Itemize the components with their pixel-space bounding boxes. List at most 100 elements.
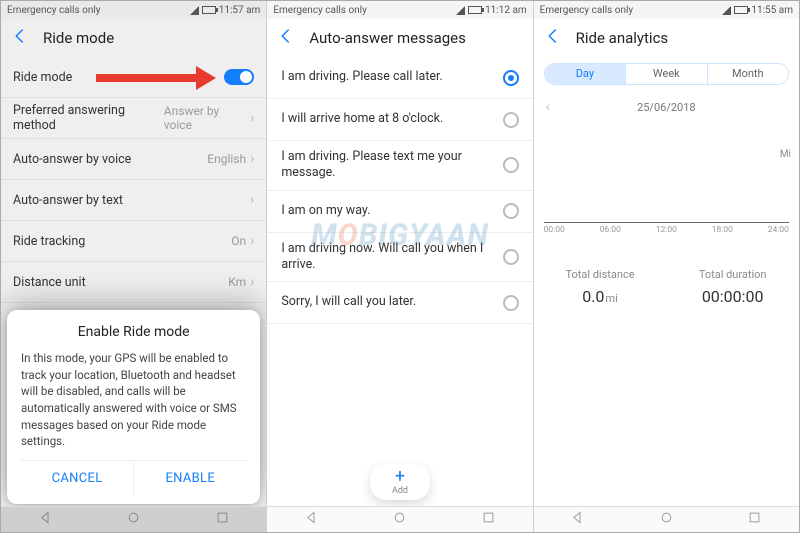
- row-value: English: [207, 152, 246, 166]
- message-option[interactable]: I am driving now. Will call you when I a…: [267, 233, 532, 283]
- android-navbar: [1, 506, 266, 532]
- message-text: Sorry, I will call you later.: [281, 294, 502, 310]
- status-icons: 11:57 am: [190, 5, 261, 16]
- nav-recent-icon[interactable]: [481, 510, 496, 529]
- total-distance-unit: mi: [605, 292, 617, 305]
- screen-auto-answer-messages: Emergency calls only 11:12 am Auto-answe…: [267, 1, 533, 532]
- message-option[interactable]: I am driving. Please call later.: [267, 57, 532, 99]
- chevron-right-icon: ›: [250, 233, 254, 249]
- signal-icon: [456, 6, 465, 15]
- android-navbar: [267, 506, 532, 532]
- cancel-button[interactable]: CANCEL: [21, 460, 134, 496]
- status-icons: 11:12 am: [456, 5, 527, 16]
- chevron-right-icon: ›: [250, 151, 254, 167]
- nav-back-icon[interactable]: [304, 510, 319, 529]
- tick-label: 24:00: [768, 225, 789, 235]
- status-time: 11:55 am: [751, 5, 793, 16]
- message-option[interactable]: I am on my way.: [267, 191, 532, 233]
- nav-home-icon[interactable]: [392, 510, 407, 529]
- dialog-body: In this mode, your GPS will be enabled t…: [21, 350, 246, 450]
- header: Auto-answer messages: [267, 19, 532, 57]
- radio-icon[interactable]: [503, 157, 519, 173]
- status-network-text: Emergency calls only: [7, 5, 101, 16]
- chevron-right-icon: ›: [250, 192, 254, 208]
- ride-mode-toggle[interactable]: [224, 69, 254, 85]
- row-auto-answer-voice[interactable]: Auto-answer by voice English ›: [1, 139, 266, 180]
- selected-date: 25/06/2018: [637, 101, 696, 114]
- enable-button[interactable]: ENABLE: [134, 460, 246, 496]
- status-bar: Emergency calls only 11:55 am: [534, 1, 799, 19]
- row-ride-mode[interactable]: Ride mode: [1, 57, 266, 98]
- tick-label: 18:00: [712, 225, 733, 235]
- segment-month[interactable]: Month: [707, 64, 788, 84]
- prev-day-icon[interactable]: ‹: [546, 99, 550, 115]
- radio-icon[interactable]: [503, 249, 519, 265]
- chart-axis: 00:00 06:00 12:00 18:00 24:00: [544, 222, 789, 238]
- enable-ride-mode-dialog: Enable Ride mode In this mode, your GPS …: [7, 310, 260, 504]
- segment-week[interactable]: Week: [625, 64, 706, 84]
- header: Ride analytics: [534, 19, 799, 57]
- row-label: Auto-answer by text: [13, 193, 123, 208]
- status-network-text: Emergency calls only: [540, 5, 634, 16]
- total-distance-label: Total distance: [534, 268, 667, 281]
- add-label: Add: [392, 486, 408, 496]
- row-label: Ride mode: [13, 70, 72, 85]
- row-label: Ride tracking: [13, 234, 85, 249]
- message-option[interactable]: Sorry, I will call you later.: [267, 282, 532, 324]
- dialog-title: Enable Ride mode: [21, 324, 246, 340]
- page-title: Ride analytics: [576, 29, 669, 47]
- totals-row: Total distance 0.0mi Total duration 00:0…: [534, 268, 799, 306]
- row-preferred-answering[interactable]: Preferred answering method Answer by voi…: [1, 98, 266, 139]
- battery-icon: [468, 6, 482, 14]
- total-distance: Total distance 0.0mi: [534, 268, 667, 306]
- radio-icon[interactable]: [503, 203, 519, 219]
- header: Ride mode: [1, 19, 266, 57]
- status-network-text: Emergency calls only: [273, 5, 367, 16]
- message-text: I am driving. Please text me your messag…: [281, 149, 502, 182]
- segment-day[interactable]: Day: [545, 64, 625, 84]
- total-distance-value: 0.0: [582, 287, 604, 306]
- tick-label: 06:00: [600, 225, 621, 235]
- message-text: I am driving now. Will call you when I a…: [281, 241, 502, 274]
- row-value: On: [231, 234, 246, 248]
- row-value: Answer by voice: [164, 104, 246, 132]
- battery-icon: [734, 6, 748, 14]
- row-label: Auto-answer by voice: [13, 152, 131, 167]
- status-icons: 11:55 am: [722, 5, 793, 16]
- nav-recent-icon[interactable]: [215, 510, 230, 529]
- status-bar: Emergency calls only 11:57 am: [1, 1, 266, 19]
- back-icon[interactable]: [11, 27, 29, 49]
- message-option[interactable]: I am driving. Please text me your messag…: [267, 141, 532, 191]
- tick-label: 00:00: [544, 225, 565, 235]
- row-distance-unit[interactable]: Distance unit Km›: [1, 262, 266, 303]
- screen-ride-analytics: Emergency calls only 11:55 am Ride analy…: [534, 1, 799, 532]
- radio-icon[interactable]: [503, 112, 519, 128]
- radio-icon[interactable]: [503, 295, 519, 311]
- nav-recent-icon[interactable]: [747, 510, 762, 529]
- nav-home-icon[interactable]: [126, 510, 141, 529]
- nav-back-icon[interactable]: [38, 510, 53, 529]
- total-duration-value: 00:00:00: [666, 287, 799, 306]
- chevron-right-icon: ›: [250, 274, 254, 290]
- total-duration: Total duration 00:00:00: [666, 268, 799, 306]
- nav-back-icon[interactable]: [570, 510, 585, 529]
- android-navbar: [534, 506, 799, 532]
- row-auto-answer-text[interactable]: Auto-answer by text ›: [1, 180, 266, 221]
- tick-label: 12:00: [656, 225, 677, 235]
- row-ride-tracking[interactable]: Ride tracking On ›: [1, 221, 266, 262]
- nav-home-icon[interactable]: [659, 510, 674, 529]
- status-time: 11:12 am: [485, 5, 527, 16]
- message-text: I will arrive home at 8 o'clock.: [281, 111, 502, 127]
- back-icon[interactable]: [277, 27, 295, 49]
- row-label: Preferred answering method: [13, 103, 164, 133]
- back-icon[interactable]: [544, 27, 562, 49]
- status-bar: Emergency calls only 11:12 am: [267, 1, 532, 19]
- radio-selected-icon[interactable]: [503, 70, 519, 86]
- message-option[interactable]: I will arrive home at 8 o'clock.: [267, 99, 532, 141]
- screen-ride-mode: Emergency calls only 11:57 am Ride mode …: [1, 1, 267, 532]
- message-text: I am on my way.: [281, 203, 502, 219]
- page-title: Ride mode: [43, 29, 114, 47]
- total-duration-label: Total duration: [666, 268, 799, 281]
- signal-icon: [722, 6, 731, 15]
- add-message-button[interactable]: + Add: [370, 464, 430, 500]
